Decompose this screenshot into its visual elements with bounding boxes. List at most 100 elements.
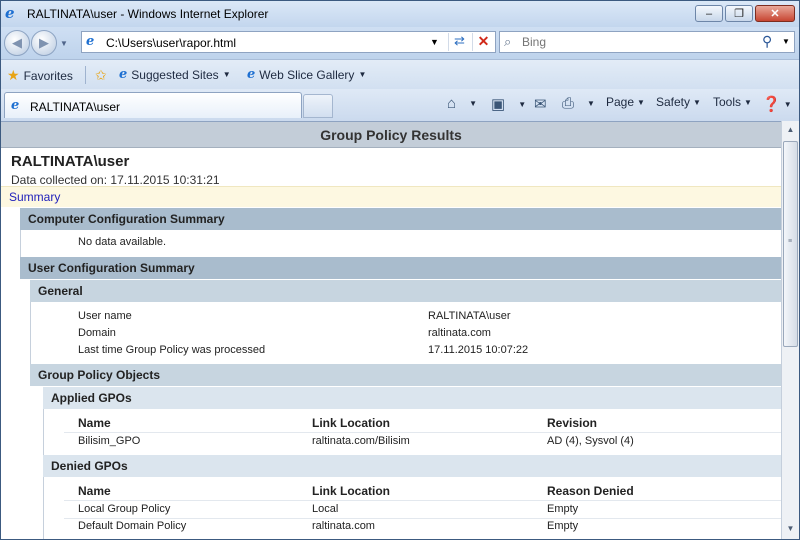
column-header-link-location: Link Location <box>312 484 390 498</box>
web-slice-gallery-label: Web Slice Gallery <box>259 67 355 82</box>
user-configuration-section[interactable]: User Configuration Summary <box>20 257 781 279</box>
search-input[interactable] <box>522 34 752 50</box>
read-mail-button[interactable]: ✉ <box>534 95 547 113</box>
page-icon: e <box>86 34 95 49</box>
denied-gpo-name: Local Group Policy <box>78 503 171 515</box>
address-url[interactable]: C:\Users\user\rapor.html <box>106 36 236 50</box>
grip-icon: ≡ <box>788 238 793 245</box>
navigation-bar: ◀ ▶ ▼ e C:\Users\user\rapor.html ▼ ⇄ ✕ ⌕… <box>1 27 799 59</box>
safety-menu-label: Safety <box>656 95 691 109</box>
scroll-up-arrow-icon[interactable]: ▲ <box>782 121 799 138</box>
row-divider <box>64 518 781 519</box>
help-icon: ❓ <box>762 96 781 113</box>
computer-configuration-body: No data available. <box>20 230 781 257</box>
chevron-down-icon: ▼ <box>744 97 752 107</box>
no-data-text: No data available. <box>78 236 167 248</box>
denied-gpo-reason: Empty <box>547 520 579 532</box>
back-button[interactable]: ◀ <box>4 30 30 56</box>
chevron-down-icon: ▼ <box>693 97 701 107</box>
new-tab-button[interactable] <box>303 94 333 118</box>
user-name-label: User name <box>78 310 132 322</box>
user-name-value: RALTINATA\user <box>428 310 511 322</box>
favorites-bar: ★ Favorites ✩ e Suggested Sites ▼ e Web … <box>1 59 799 89</box>
search-go-icon[interactable]: ⚲ <box>762 33 772 50</box>
general-body: User name RALTINATA\user Domain raltinat… <box>30 302 781 364</box>
window-title: RALTINATA\user - Windows Internet Explor… <box>27 7 269 21</box>
suggested-sites-link[interactable]: e Suggested Sites ▼ <box>119 67 231 82</box>
denied-gpos-table: Name Link Location Reason Denied Local G… <box>43 477 781 539</box>
window-controls: – ❐ ✕ <box>695 5 795 22</box>
restore-button[interactable]: ❐ <box>725 5 753 22</box>
forward-button[interactable]: ▶ <box>31 30 57 56</box>
address-dropdown-icon[interactable]: ▼ <box>430 37 439 47</box>
tools-menu[interactable]: Tools ▼ <box>713 95 752 109</box>
scroll-down-arrow-icon[interactable]: ▼ <box>782 520 799 537</box>
refresh-icon[interactable]: ⇄ <box>448 33 470 51</box>
denied-gpo-name: Default Domain Policy <box>78 520 187 532</box>
last-processed-label: Last time Group Policy was processed <box>78 344 266 356</box>
recent-pages-dropdown[interactable]: ▼ <box>60 39 68 48</box>
web-slice-gallery-link[interactable]: e Web Slice Gallery ▼ <box>247 67 366 82</box>
column-header-link-location: Link Location <box>312 416 390 430</box>
column-header-name: Name <box>78 416 111 430</box>
printer-icon: ⎙ <box>562 95 575 112</box>
summary-bar: Summary <box>1 186 781 207</box>
tools-menu-label: Tools <box>713 95 742 109</box>
ie-page-icon: e <box>247 67 256 82</box>
applied-gpo-name: Bilisim_GPO <box>78 435 141 447</box>
denied-gpo-reason: Empty <box>547 503 579 515</box>
close-button[interactable]: ✕ <box>755 5 795 22</box>
chevron-down-icon: ▼ <box>222 70 231 79</box>
page-menu[interactable]: Page ▼ <box>606 95 645 109</box>
summary-link[interactable]: Summary <box>9 190 60 204</box>
domain-label: Domain <box>78 327 116 339</box>
column-header-name: Name <box>78 484 111 498</box>
column-header-revision: Revision <box>547 416 598 430</box>
last-processed-value: 17.11.2015 10:07:22 <box>428 344 529 356</box>
denied-gpo-link-location: Local <box>312 503 339 515</box>
ie-page-icon: e <box>119 67 128 82</box>
feeds-button[interactable]: ▣ ▼ <box>491 95 526 113</box>
favorites-button[interactable]: ★ Favorites <box>7 67 73 84</box>
general-section[interactable]: General <box>30 280 781 302</box>
ie-page-icon: e <box>11 98 20 113</box>
group-policy-objects-section[interactable]: Group Policy Objects <box>30 364 781 386</box>
help-menu[interactable]: ❓ ▼ <box>762 95 792 113</box>
print-button[interactable]: ⎙ ▼ <box>562 95 595 112</box>
denied-gpos-section[interactable]: Denied GPOs <box>43 455 781 477</box>
page-content: Group Policy Results RALTINATA\user Data… <box>1 121 781 539</box>
chevron-down-icon: ▼ <box>358 70 367 79</box>
bing-search-icon: ⌕ <box>504 34 512 49</box>
suggested-sites-label: Suggested Sites <box>131 67 219 82</box>
chevron-down-icon: ▼ <box>518 99 527 109</box>
home-icon: ⌂ <box>447 95 457 112</box>
tab-active[interactable]: e RALTINATA\user <box>4 92 302 118</box>
page-menu-label: Page <box>606 95 635 109</box>
report-heading: RALTINATA\user <box>11 153 130 170</box>
chevron-down-icon: ▼ <box>637 97 645 107</box>
address-bar[interactable]: e C:\Users\user\rapor.html ▼ ⇄ ✕ <box>81 31 496 53</box>
scrollbar-thumb[interactable]: ≡ <box>783 141 798 347</box>
browser-window: e RALTINATA\user - Windows Internet Expl… <box>0 0 800 540</box>
search-box[interactable]: ⌕ ⚲ ▼ <box>499 31 795 53</box>
chevron-down-icon: ▼ <box>587 99 595 108</box>
tab-bar: e RALTINATA\user ⌂ ▼ ▣ ▼ ✉ ⎙ ▼ Page ▼ Sa… <box>1 89 799 121</box>
minimize-button[interactable]: – <box>695 5 723 22</box>
add-to-favorites-bar-button[interactable]: ✩ <box>95 67 107 84</box>
search-options-dropdown-icon[interactable]: ▼ <box>782 37 790 46</box>
applied-gpos-section[interactable]: Applied GPOs <box>43 387 781 409</box>
computer-configuration-section[interactable]: Computer Configuration Summary <box>20 208 781 230</box>
home-button[interactable]: ⌂ ▼ <box>447 95 477 112</box>
data-collected-text: Data collected on: 17.11.2015 10:31:21 <box>11 173 220 187</box>
column-header-reason-denied: Reason Denied <box>547 484 634 498</box>
title-bar: e RALTINATA\user - Windows Internet Expl… <box>1 1 799 27</box>
vertical-scrollbar[interactable]: ▲ ≡ ▼ <box>781 121 799 539</box>
stop-icon[interactable]: ✕ <box>472 33 494 51</box>
applied-gpos-table: Name Link Location Revision Bilisim_GPO … <box>43 409 781 455</box>
mail-icon: ✉ <box>534 96 547 113</box>
row-divider <box>64 432 781 433</box>
report-header: Group Policy Results <box>1 122 781 148</box>
forward-arrow-icon: ▶ <box>39 35 49 50</box>
safety-menu[interactable]: Safety ▼ <box>656 95 701 109</box>
favorites-star-icon: ★ <box>7 67 20 83</box>
